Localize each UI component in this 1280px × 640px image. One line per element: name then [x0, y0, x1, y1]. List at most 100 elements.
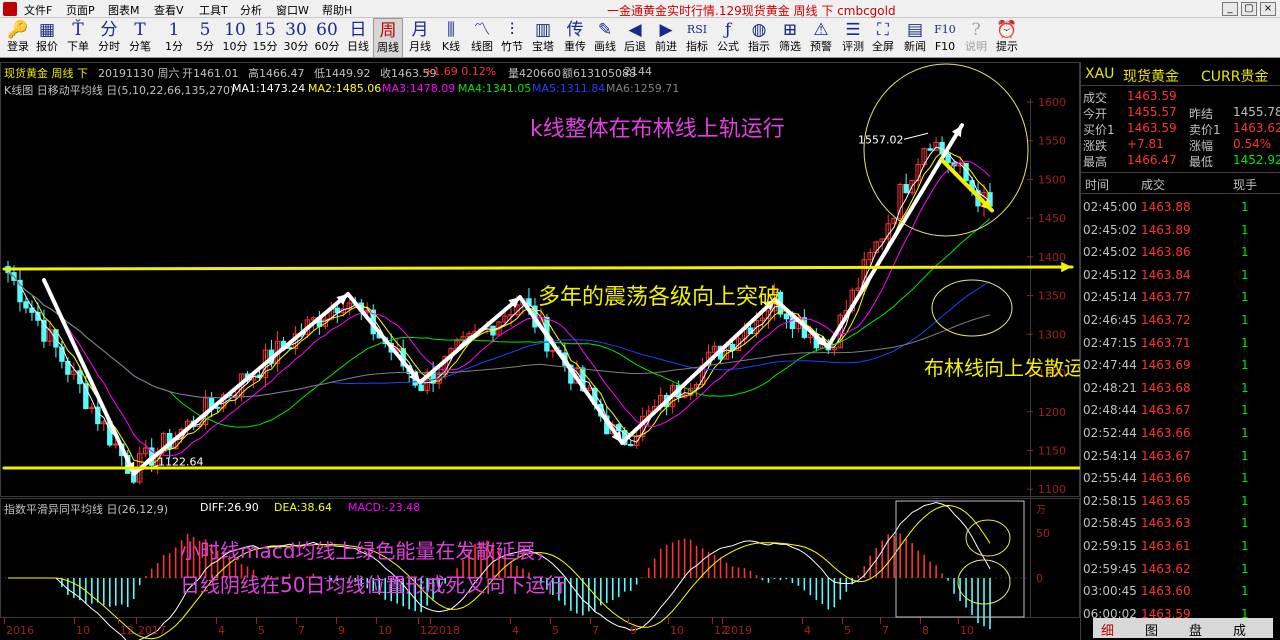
menu-window[interactable]: 窗口W [276, 2, 309, 18]
filter-icon: ⊞ [782, 20, 798, 40]
trend-arrow [620, 297, 777, 445]
toolbar-button-period-fenbi[interactable]: T 分笔 [125, 18, 155, 58]
tick-qty: 1 [1241, 426, 1249, 440]
tick-row[interactable]: 02:59:45 1463.62 1 [1081, 558, 1280, 581]
tick-price: 1463.84 [1141, 267, 1191, 282]
tick-qty: 1 [1241, 403, 1249, 418]
toolbar-button-forward[interactable]: ▶ 前进 [651, 18, 681, 58]
toolbar-button-login[interactable]: 🔑 登录 [3, 18, 33, 58]
menu-analysis[interactable]: 分析 [240, 2, 262, 18]
tick-row[interactable]: 02:45:00 1463.88 1 [1081, 196, 1280, 219]
tick-time: 02:45:00 [1083, 200, 1137, 214]
toolbar-button-indicator-hint[interactable]: ◍ 指示 [744, 18, 774, 58]
toolbar-button-order[interactable]: Ť 下单 [63, 18, 93, 58]
tick-row[interactable]: 03:00:45 1463.60 1 [1081, 580, 1280, 603]
toolbar-button-period-60m[interactable]: 60 60分 [312, 18, 342, 58]
low-value: 低1449.92 [314, 67, 371, 80]
toolbar-button-indicator[interactable]: RSI 指标 [682, 18, 712, 58]
tick-row[interactable]: 02:58:15 1463.65 1 [1081, 490, 1280, 513]
toolbar-button-line-chart[interactable]: 〽线图 [467, 18, 497, 58]
toolbar-button-alert[interactable]: ⚠ 预警 [806, 18, 836, 58]
toolbar-button-formula[interactable]: ƒ 公式 [713, 18, 743, 58]
menu-page[interactable]: 页面P [66, 2, 95, 18]
toolbar-button-label: 公式 [717, 40, 739, 53]
toolbar-button-period-5m[interactable]: 5 5分 [190, 18, 220, 58]
tick-qty: 1 [1241, 471, 1249, 486]
toolbar-button-overlay[interactable]: 传重传 [560, 18, 590, 58]
toolbar-button-period-1m[interactable]: 1 1分 [159, 18, 189, 58]
y-tick-label: 1200 [1038, 406, 1066, 419]
tick-row[interactable]: 02:54:14 1463.67 1 [1081, 445, 1280, 468]
menu-tools[interactable]: 工具T [199, 2, 228, 18]
tab-chart[interactable]: 图 [1145, 620, 1158, 639]
tick-row[interactable]: 02:45:02 1463.89 1 [1081, 219, 1280, 242]
restore-button[interactable]: ▢ [1241, 2, 1257, 16]
candle-down [903, 183, 909, 194]
tick-qty: 1 [1241, 539, 1249, 553]
tick-price: 1463.77 [1141, 290, 1191, 305]
candles-group [5, 136, 993, 485]
x-tick-label: 10 [670, 624, 684, 637]
toolbar-button-period-15m[interactable]: 15 15分 [250, 18, 280, 58]
menu-file[interactable]: 文件F [24, 2, 52, 18]
tick-row[interactable]: 02:52:44 1463.66 1 [1081, 422, 1280, 445]
toolbar-button-period-fenshi[interactable]: 分分时 [94, 18, 124, 58]
toolbar-button-news[interactable]: ▤ 新闻 [900, 18, 930, 58]
toolbar-button-tower[interactable]: ▥ 宝塔 [528, 18, 558, 58]
tick-time: 02:52:44 [1083, 426, 1137, 440]
ma5-value: MA5:1311.84 [532, 82, 606, 95]
menu-chart[interactable]: 图表M [108, 2, 140, 18]
toolbar-button-label: 日线 [347, 40, 369, 53]
menu-help[interactable]: 帮助H [322, 2, 352, 18]
toolbar-button-help[interactable]: ? 说明 [961, 18, 991, 58]
tick-row[interactable]: 02:46:45 1463.72 1 [1081, 309, 1280, 332]
toolbar-button-label: 周线 [377, 41, 399, 54]
toolbar-button-label: 登录 [7, 40, 29, 53]
tick-row[interactable]: 02:48:21 1463.68 1 [1081, 377, 1280, 400]
toolbar-button-period-day[interactable]: 日日线 [343, 18, 373, 58]
toolbar-button-period-30m[interactable]: 30 30分 [281, 18, 311, 58]
toolbar-button-period-month[interactable]: 月月线 [405, 18, 435, 58]
toolbar-button-label: K线 [441, 40, 461, 53]
tick-row[interactable]: 02:48:44 1463.67 1 [1081, 399, 1280, 422]
toolbar-button-label: 画线 [594, 40, 616, 53]
toolbar-button-label: 下单 [67, 40, 89, 53]
toolbar-button-f10[interactable]: F10 F10 [930, 18, 960, 58]
tick-row[interactable]: 02:59:15 1463.61 1 [1081, 535, 1280, 558]
tab-detail[interactable]: 细 [1101, 620, 1114, 639]
tick-row[interactable]: 02:45:14 1463.77 1 [1081, 286, 1280, 309]
toolbar-button-back[interactable]: ◀ 后退 [620, 18, 650, 58]
tick-qty: 1 [1241, 335, 1249, 350]
toolbar-button-quote[interactable]: ▦ 报价 [32, 18, 62, 58]
indicator-icon: RSI [686, 23, 708, 36]
tick-row[interactable]: 02:47:15 1463.71 1 [1081, 332, 1280, 355]
toolbar-button-bar-chart[interactable]: ⫶ 竹节 [497, 18, 527, 58]
toolbar-button-evaluate[interactable]: ☰ 评测 [838, 18, 868, 58]
toolbar-button-reminder[interactable]: ⏰ 提示 [992, 18, 1022, 58]
tick-qty: 1 [1241, 313, 1249, 327]
tab-book[interactable]: 盘 [1189, 620, 1202, 639]
tick-row[interactable]: 02:55:44 1463.66 1 [1081, 467, 1280, 490]
tick-row[interactable]: 02:45:12 1463.84 1 [1081, 264, 1280, 287]
kline-chart[interactable]: 1600155015001450140013501300125012001150… [0, 62, 1080, 640]
toolbar-button-period-10m[interactable]: 10 10分 [220, 18, 250, 58]
period-1m-icon: 1 [168, 20, 180, 40]
toolbar-button-draw[interactable]: ✎ 画线 [590, 18, 620, 58]
tick-time: 02:45:02 [1083, 222, 1137, 237]
tick-price: 1463.69 [1141, 358, 1191, 373]
toolbar-button-filter[interactable]: ⊞ 筛选 [775, 18, 805, 58]
toolbar-button-label: 1分 [165, 40, 183, 53]
toolbar-button-fullscreen[interactable]: ⛶ 全屏 [868, 18, 898, 58]
trend-arrow [418, 295, 522, 385]
tab-trades[interactable]: 成 [1233, 620, 1246, 639]
tick-row[interactable]: 02:45:02 1463.86 1 [1081, 241, 1280, 264]
toolbar-button-period-week[interactable]: 周周线 [373, 18, 403, 58]
menu-view[interactable]: 查看V [154, 2, 184, 18]
close-button[interactable]: × [1260, 2, 1276, 16]
minimize-button[interactable]: _ [1222, 2, 1238, 16]
tick-price: 1463.62 [1141, 561, 1191, 576]
tick-row[interactable]: 02:58:45 1463.63 1 [1081, 512, 1280, 535]
tick-row[interactable]: 02:47:44 1463.69 1 [1081, 354, 1280, 377]
toolbar-button-kline[interactable]: ⫼ K线 [436, 18, 466, 58]
tick-price: 1463.63 [1141, 516, 1191, 531]
